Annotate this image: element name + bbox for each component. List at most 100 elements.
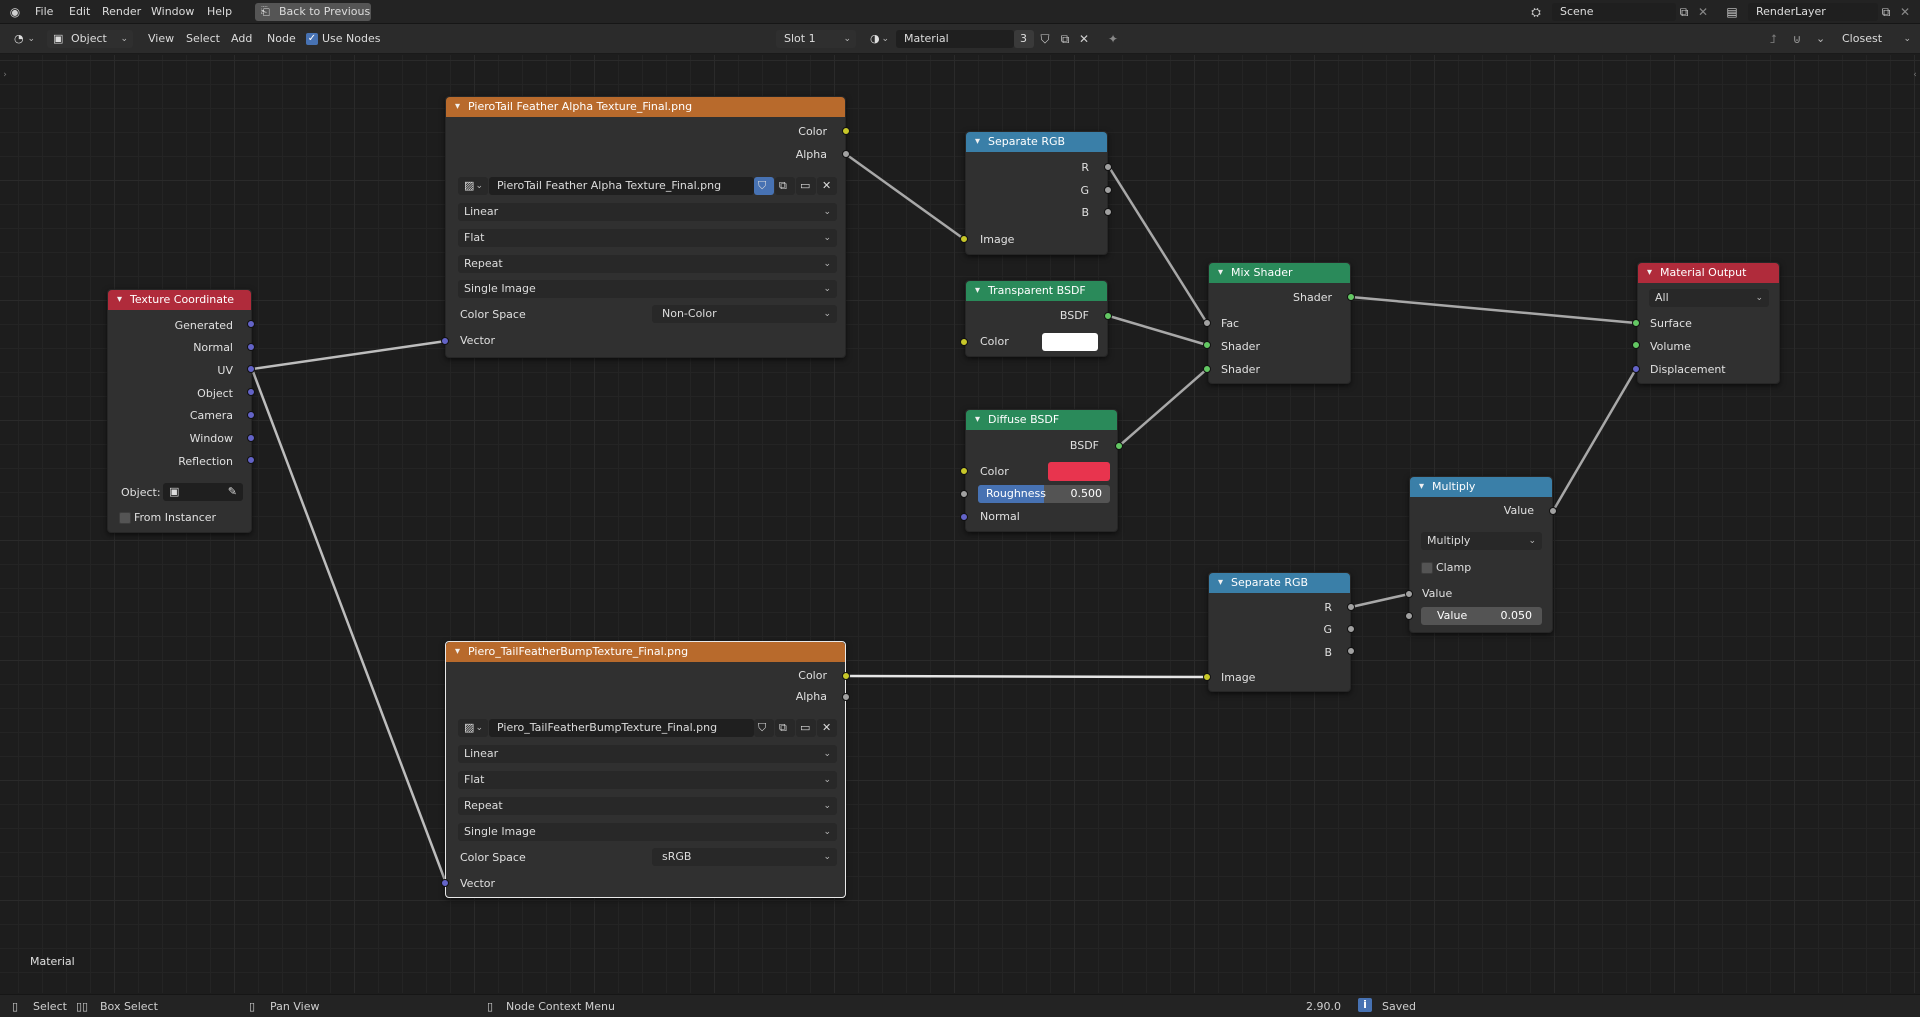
socket-vector-in[interactable] <box>441 337 449 345</box>
slot-dropdown[interactable]: Slot 1 ⌄ <box>776 30 856 48</box>
projection-dropdown[interactable]: Flat ⌄ <box>458 771 837 789</box>
socket-g-out[interactable] <box>1347 625 1355 633</box>
socket-r-out[interactable] <box>1104 163 1112 171</box>
socket-normal[interactable] <box>247 343 255 351</box>
duplicate-image-icon[interactable]: ⧉ <box>775 719 795 737</box>
node-header[interactable]: Separate RGB <box>1209 573 1350 593</box>
extension-dropdown[interactable]: Repeat ⌄ <box>458 797 837 815</box>
node-header[interactable]: Multiply <box>1410 477 1552 497</box>
node-header[interactable]: PieroTail Feather Alpha Texture_Final.pn… <box>446 97 845 117</box>
menu-select[interactable]: Select <box>186 31 220 47</box>
parent-node-tree-icon[interactable]: ⮥ <box>1764 30 1782 48</box>
socket-color-out[interactable] <box>842 672 850 680</box>
roughness-slider[interactable]: Roughness 0.500 <box>978 485 1110 503</box>
socket-image-in[interactable] <box>1203 673 1211 681</box>
target-dropdown[interactable]: All ⌄ <box>1649 289 1769 307</box>
menu-add[interactable]: Add <box>231 31 252 47</box>
material-users-count[interactable]: 3 <box>1014 30 1034 48</box>
node-image-texture-bump[interactable]: Piero_TailFeatherBumpTexture_Final.png C… <box>445 641 846 898</box>
node-header[interactable]: Material Output <box>1638 263 1779 283</box>
socket-vector-in[interactable] <box>441 879 449 887</box>
operation-dropdown[interactable]: Multiply ⌄ <box>1421 532 1542 550</box>
unlink-image-icon[interactable]: ✕ <box>817 719 837 737</box>
socket-b-out[interactable] <box>1104 208 1112 216</box>
socket-value-in[interactable] <box>1405 590 1413 598</box>
unlink-material-icon[interactable]: ✕ <box>1076 30 1092 48</box>
socket-roughness-in[interactable] <box>960 490 968 498</box>
socket-object[interactable] <box>247 388 255 396</box>
socket-color-in[interactable] <box>960 467 968 475</box>
render-layer-close-icon[interactable]: ✕ <box>1897 3 1913 21</box>
node-diffuse-bsdf[interactable]: Diffuse BSDF BSDF Color Roughness 0.500 … <box>965 409 1118 532</box>
render-layer-copy-icon[interactable]: ⧉ <box>1878 3 1894 21</box>
image-browse-button[interactable]: ▨ ⌄ <box>458 719 488 737</box>
menu-render[interactable]: Render <box>102 4 141 20</box>
node-header[interactable]: Texture Coordinate <box>108 290 251 310</box>
menu-edit[interactable]: Edit <box>69 4 90 20</box>
scene-name-field[interactable]: Scene <box>1552 3 1676 21</box>
socket-reflection[interactable] <box>247 456 255 464</box>
pin-icon[interactable]: ✦ <box>1104 30 1122 48</box>
shader-type-dropdown[interactable]: ▣ Object ⌄ <box>47 30 133 48</box>
unlink-image-icon[interactable]: ✕ <box>817 177 837 195</box>
object-field[interactable]: ▣ ✎ <box>163 483 243 501</box>
color-space-dropdown[interactable]: Non-Color ⌄ <box>652 305 837 323</box>
scene-icon[interactable]: ⛭ <box>1524 3 1548 21</box>
color-swatch[interactable] <box>1042 333 1098 351</box>
socket-g-out[interactable] <box>1104 186 1112 194</box>
socket-window[interactable] <box>247 434 255 442</box>
node-transparent-bsdf[interactable]: Transparent BSDF BSDF Color <box>965 280 1108 357</box>
image-name-field[interactable]: Piero_TailFeatherBumpTexture_Final.png <box>489 719 754 737</box>
node-header[interactable]: Mix Shader <box>1209 263 1350 283</box>
back-to-previous-button[interactable]: ⎗ Back to Previous <box>255 3 371 21</box>
from-instancer-checkbox[interactable] <box>119 512 131 524</box>
interpolation-dropdown[interactable]: Linear ⌄ <box>458 745 837 763</box>
socket-alpha-out[interactable] <box>842 150 850 158</box>
image-browse-button[interactable]: ▨ ⌄ <box>458 177 488 195</box>
node-math-multiply[interactable]: Multiply Value Multiply⌄ Clamp Value Val… <box>1409 476 1553 633</box>
node-separate-rgb-2[interactable]: Separate RGB R G B Image <box>1208 572 1351 692</box>
image-name-field[interactable]: PieroTail Feather Alpha Texture_Final.pn… <box>489 177 754 195</box>
scene-close-icon[interactable]: ✕ <box>1695 3 1711 21</box>
socket-shader2-in[interactable] <box>1203 365 1211 373</box>
snap-magnet-icon[interactable]: ⊍ <box>1788 30 1806 48</box>
menu-file[interactable]: File <box>35 4 53 20</box>
socket-value2-in[interactable] <box>1405 612 1413 620</box>
menu-window[interactable]: Window <box>151 4 194 20</box>
socket-bsdf-out[interactable] <box>1104 312 1112 320</box>
render-layer-icon[interactable]: ▤ <box>1720 3 1744 21</box>
fake-user-shield-icon[interactable]: ⛉ <box>754 719 774 737</box>
open-image-folder-icon[interactable]: ▭ <box>796 719 816 737</box>
info-icon[interactable]: i <box>1358 998 1372 1012</box>
socket-alpha-out[interactable] <box>842 693 850 701</box>
projection-dropdown[interactable]: Flat ⌄ <box>458 229 837 247</box>
duplicate-material-icon[interactable]: ⧉ <box>1056 30 1074 48</box>
node-mix-shader[interactable]: Mix Shader Shader Fac Shader Shader <box>1208 262 1351 384</box>
socket-shader1-in[interactable] <box>1203 341 1211 349</box>
material-browse-button[interactable]: ◑ ⌄ <box>864 30 894 48</box>
socket-generated[interactable] <box>247 320 255 328</box>
node-separate-rgb-1[interactable]: Separate RGB R G B Image <box>965 131 1108 255</box>
socket-uv[interactable] <box>247 365 255 373</box>
socket-color-out[interactable] <box>842 127 850 135</box>
menu-node[interactable]: Node <box>267 31 296 47</box>
socket-displacement-in[interactable] <box>1632 365 1640 373</box>
node-header[interactable]: Separate RGB <box>966 132 1107 152</box>
source-dropdown[interactable]: Single Image ⌄ <box>458 280 837 298</box>
snap-mode-dropdown[interactable]: ⌄ Closest ⌄ <box>1812 30 1916 48</box>
open-image-folder-icon[interactable]: ▭ <box>796 177 816 195</box>
interpolation-dropdown[interactable]: Linear ⌄ <box>458 203 837 221</box>
source-dropdown[interactable]: Single Image ⌄ <box>458 823 837 841</box>
render-layer-field[interactable]: RenderLayer <box>1748 3 1878 21</box>
node-header[interactable]: Diffuse BSDF <box>966 410 1117 430</box>
socket-camera[interactable] <box>247 411 255 419</box>
node-material-output[interactable]: Material Output All⌄ Surface Volume Disp… <box>1637 262 1780 384</box>
duplicate-image-icon[interactable]: ⧉ <box>775 177 795 195</box>
socket-shader-out[interactable] <box>1347 293 1355 301</box>
color-space-dropdown[interactable]: sRGB ⌄ <box>652 848 837 866</box>
menu-view[interactable]: View <box>148 31 174 47</box>
node-texture-coordinate[interactable]: Texture Coordinate Generated Normal UV O… <box>107 289 252 533</box>
node-header[interactable]: Piero_TailFeatherBumpTexture_Final.png <box>446 642 845 662</box>
socket-normal-in[interactable] <box>960 513 968 521</box>
socket-image-in[interactable] <box>960 235 968 243</box>
